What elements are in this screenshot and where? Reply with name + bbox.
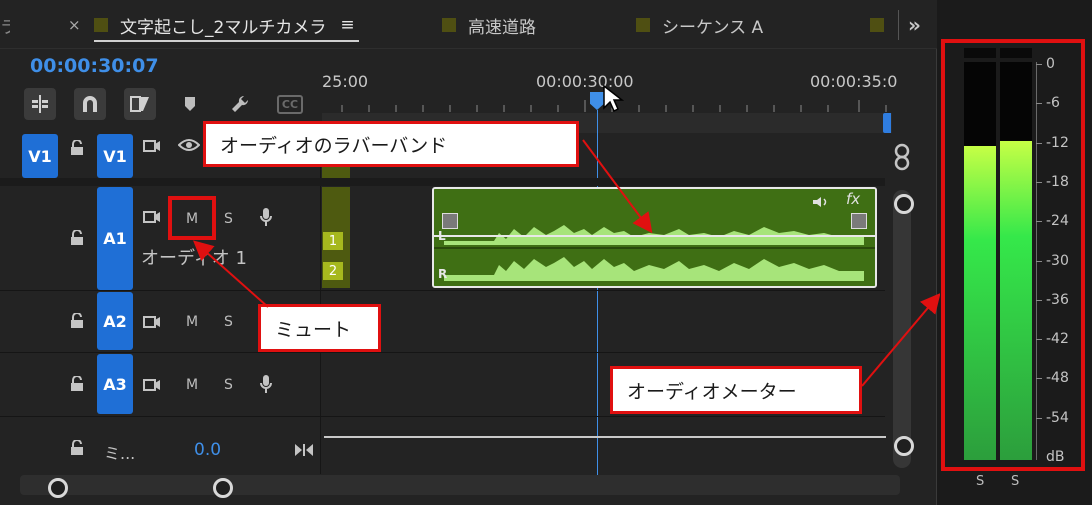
solo-left-button[interactable]: S	[976, 474, 984, 489]
callout-arrows	[193, 139, 941, 387]
solo-right-button[interactable]: S	[1011, 474, 1019, 489]
meter-highlight-box	[941, 39, 1085, 471]
